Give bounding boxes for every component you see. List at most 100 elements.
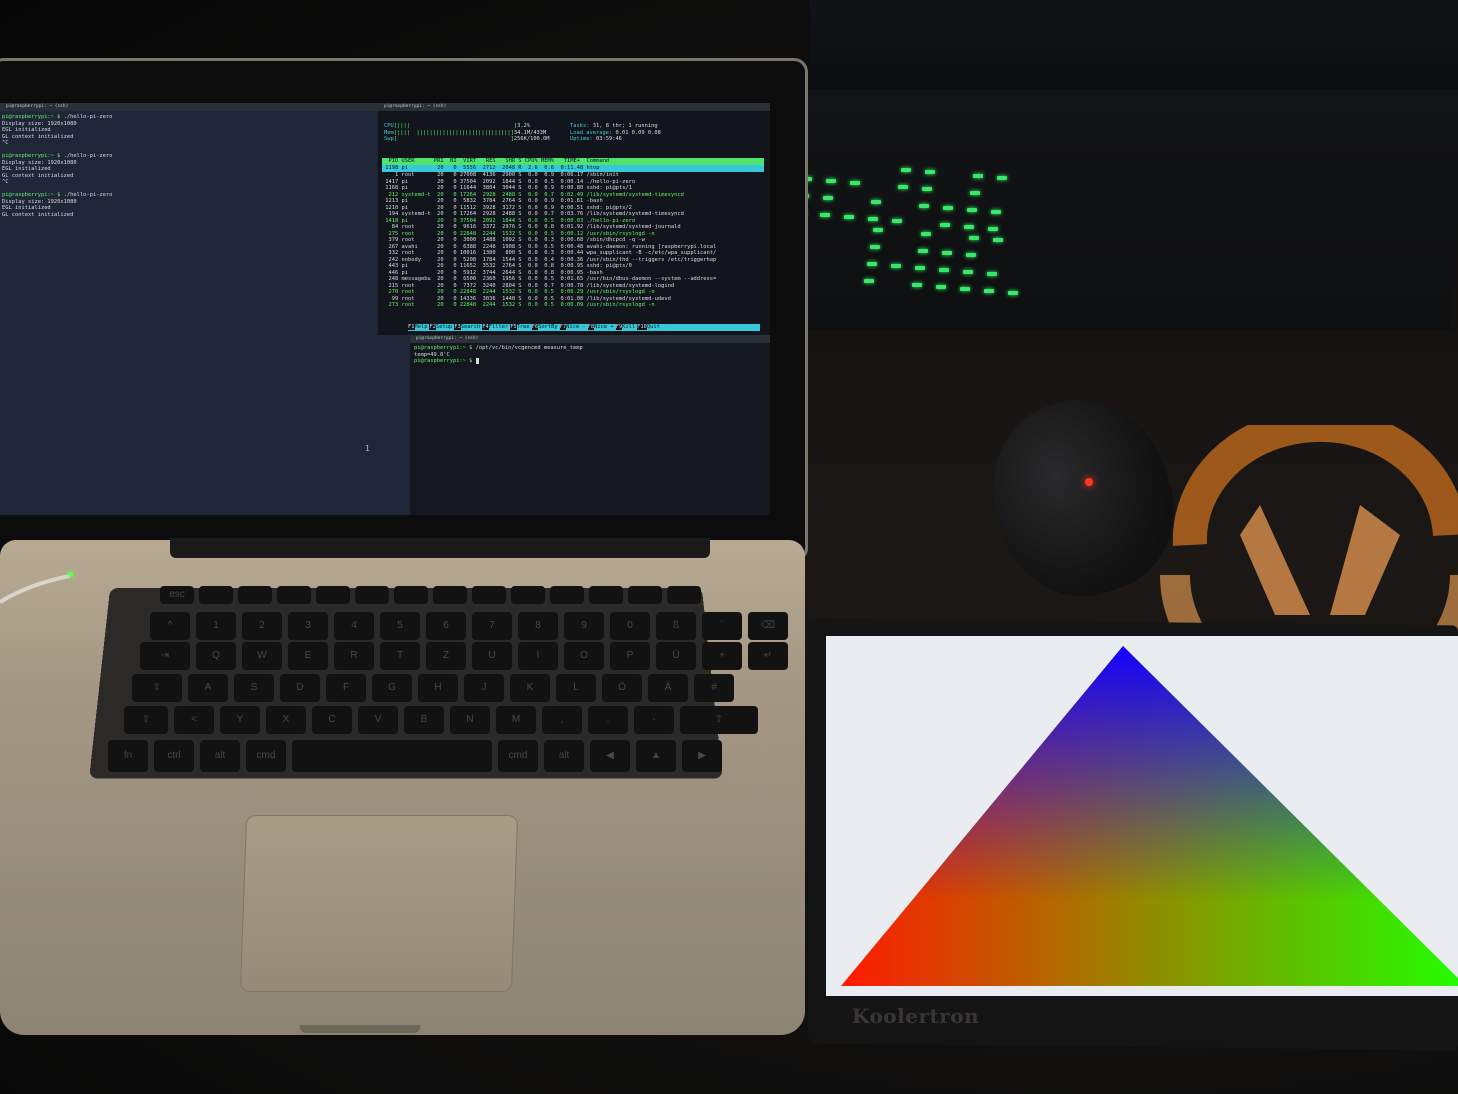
laptop-key: ⇪	[132, 674, 182, 702]
pane-number: 1	[365, 446, 370, 453]
fkey-label[interactable]: Help	[415, 324, 430, 330]
laptop-key: H	[418, 674, 458, 702]
laptop-key: ´	[702, 612, 742, 640]
bottom-terminal-pane[interactable]: pi@raspberrypi: ~ (ssh) pi@raspberrypi:~…	[410, 335, 770, 515]
mouse-led	[1085, 478, 1093, 486]
laptop-key: ⌫	[748, 612, 788, 640]
laptop-key: 7	[472, 612, 512, 640]
fkey[interactable]: F5	[510, 324, 517, 330]
laptop-key	[394, 586, 428, 604]
laptop-key: ⇥	[140, 642, 190, 670]
laptop-key: P	[610, 642, 650, 670]
laptop-key: L	[556, 674, 596, 702]
laptop-key: 4	[334, 612, 374, 640]
bottom-terminal-tab[interactable]: pi@raspberrypi: ~ (ssh)	[410, 335, 770, 343]
laptop-key	[238, 586, 272, 604]
laptop-key: -	[634, 706, 674, 734]
laptop-key: M	[496, 706, 536, 734]
laptop-key: 8	[518, 612, 558, 640]
laptop-key: 5	[380, 612, 420, 640]
laptop-screen: pi@raspberrypi: ~ (ssh) pi@raspberrypi:~…	[0, 103, 770, 515]
laptop-front-notch	[300, 1025, 420, 1033]
htop-process-list[interactable]: 1 root 20 0 27008 4136 2900 S 0.0 0.9 0:…	[382, 172, 764, 309]
laptop-key: ⇧	[680, 706, 758, 734]
laptop-key	[550, 586, 584, 604]
rgb-triangle	[826, 636, 1458, 996]
fkey-label[interactable]: Quit	[647, 324, 662, 330]
htop-pane[interactable]: pi@raspberrypi: ~ (ssh) CPU[|||| ]3.2% M…	[378, 103, 770, 335]
laptop-key	[472, 586, 506, 604]
laptop-key: B	[404, 706, 444, 734]
laptop-key: G	[372, 674, 412, 702]
command: ./hello-pi-zero	[64, 192, 113, 198]
command: ./hello-pi-zero	[64, 153, 113, 159]
laptop-key	[277, 586, 311, 604]
laptop-key: Y	[220, 706, 260, 734]
temp-output: temp=49.8'C	[414, 352, 450, 358]
laptop-key: K	[510, 674, 550, 702]
prompt: pi@raspberrypi:~ $	[2, 153, 64, 159]
htop-column-header[interactable]: PID USER PRI NI VIRT RES SHR S CPU% MEM%…	[382, 158, 764, 165]
laptop-key	[355, 586, 389, 604]
prompt: pi@raspberrypi:~ $	[2, 192, 64, 198]
fkey-label[interactable]: Search	[461, 324, 482, 330]
laptop-keys-group: esc ^ 1 2 3 4 5 6 7 8 9 0 ß ´ ⌫ ⇥ Q W E R T Z U I O P Ü + ↵ ⇪ A S D F G H J K…	[0, 0, 1, 1]
cpu-label: CPU	[384, 123, 394, 129]
laptop-key: esc	[160, 586, 194, 604]
laptop-key: 3	[288, 612, 328, 640]
htop-tab[interactable]: pi@raspberrypi: ~ (ssh)	[378, 103, 770, 111]
fkey[interactable]: F2	[429, 324, 436, 330]
fkey-label[interactable]: SortBy	[538, 324, 559, 330]
terminal-line: pi@raspberrypi:~ $ ./hello-pi-zero	[2, 192, 112, 199]
triangle-top-blend	[841, 646, 1458, 986]
laptop-key: I	[518, 642, 558, 670]
laptop-key: 6	[426, 612, 466, 640]
laptop-key: 1	[196, 612, 236, 640]
left-terminal-tab[interactable]: pi@raspberrypi: ~ (ssh)	[0, 103, 440, 111]
prompt-2: pi@raspberrypi:~ $	[414, 358, 476, 364]
fkey[interactable]: F1	[408, 324, 415, 330]
uptime-value: 03:59:46	[596, 136, 622, 142]
laptop-key: Q	[196, 642, 236, 670]
fkey[interactable]: F3	[454, 324, 461, 330]
fkey-label[interactable]: Nice +	[594, 324, 615, 330]
fkey[interactable]: F4	[482, 324, 489, 330]
fkey-label[interactable]: Nice -	[566, 324, 587, 330]
htop-summary: Tasks: 31, 8 thr; 1 running Load average…	[570, 123, 661, 143]
uptime-label: Uptime:	[570, 136, 593, 142]
laptop-key: Ö	[602, 674, 642, 702]
laptop-key: ▶	[682, 740, 722, 772]
trackpad[interactable]	[240, 815, 518, 992]
htop-selected-row[interactable]: 1198 pi 20 0 5556 2712 2048 R 2.6 0.6 0:…	[382, 165, 764, 172]
fkey-label[interactable]: Filter	[489, 324, 510, 330]
mem-label: Mem	[384, 130, 394, 136]
laptop-key: T	[380, 642, 420, 670]
left-terminal-pane[interactable]: pi@raspberrypi: ~ (ssh) pi@raspberrypi:~…	[0, 103, 440, 515]
fkey-label[interactable]: Tree	[517, 324, 532, 330]
prompt: pi@raspberrypi:~ $	[414, 345, 476, 351]
mem-value: 34.1M/433M	[514, 130, 546, 136]
external-backlit-keyboard	[781, 90, 1458, 360]
laptop-key	[589, 586, 623, 604]
htop-process-row[interactable]: 273 root 20 0 22848 2244 1532 S 0.0 0.5 …	[382, 302, 764, 309]
laptop-key	[433, 586, 467, 604]
laptop-key: J	[464, 674, 504, 702]
fkey-label[interactable]: Kill	[622, 324, 637, 330]
laptop-key	[628, 586, 662, 604]
htop-function-bar[interactable]: F1Help F2Setup F3Search F4Filter F5Tree F6Sor…	[408, 324, 760, 331]
mousepad-logo-icon	[1150, 425, 1458, 655]
swp-value: 256K/100.0M	[514, 136, 550, 142]
laptop-key: .	[588, 706, 628, 734]
fkey[interactable]: F10	[637, 324, 647, 330]
laptop-key	[316, 586, 350, 604]
laptop-key: C	[312, 706, 352, 734]
tasks-label: Tasks:	[570, 123, 589, 129]
laptop-key: ↵	[748, 642, 788, 670]
fkey-label[interactable]: Setup	[436, 324, 454, 330]
monitor-brand-logo: Koolertron	[852, 1004, 979, 1028]
laptop-key: alt	[200, 740, 240, 772]
swp-label: Swp	[384, 136, 394, 142]
laptop-key: F	[326, 674, 366, 702]
tasks-value: 31, 8 thr; 1 running	[593, 123, 658, 129]
laptop-key: U	[472, 642, 512, 670]
